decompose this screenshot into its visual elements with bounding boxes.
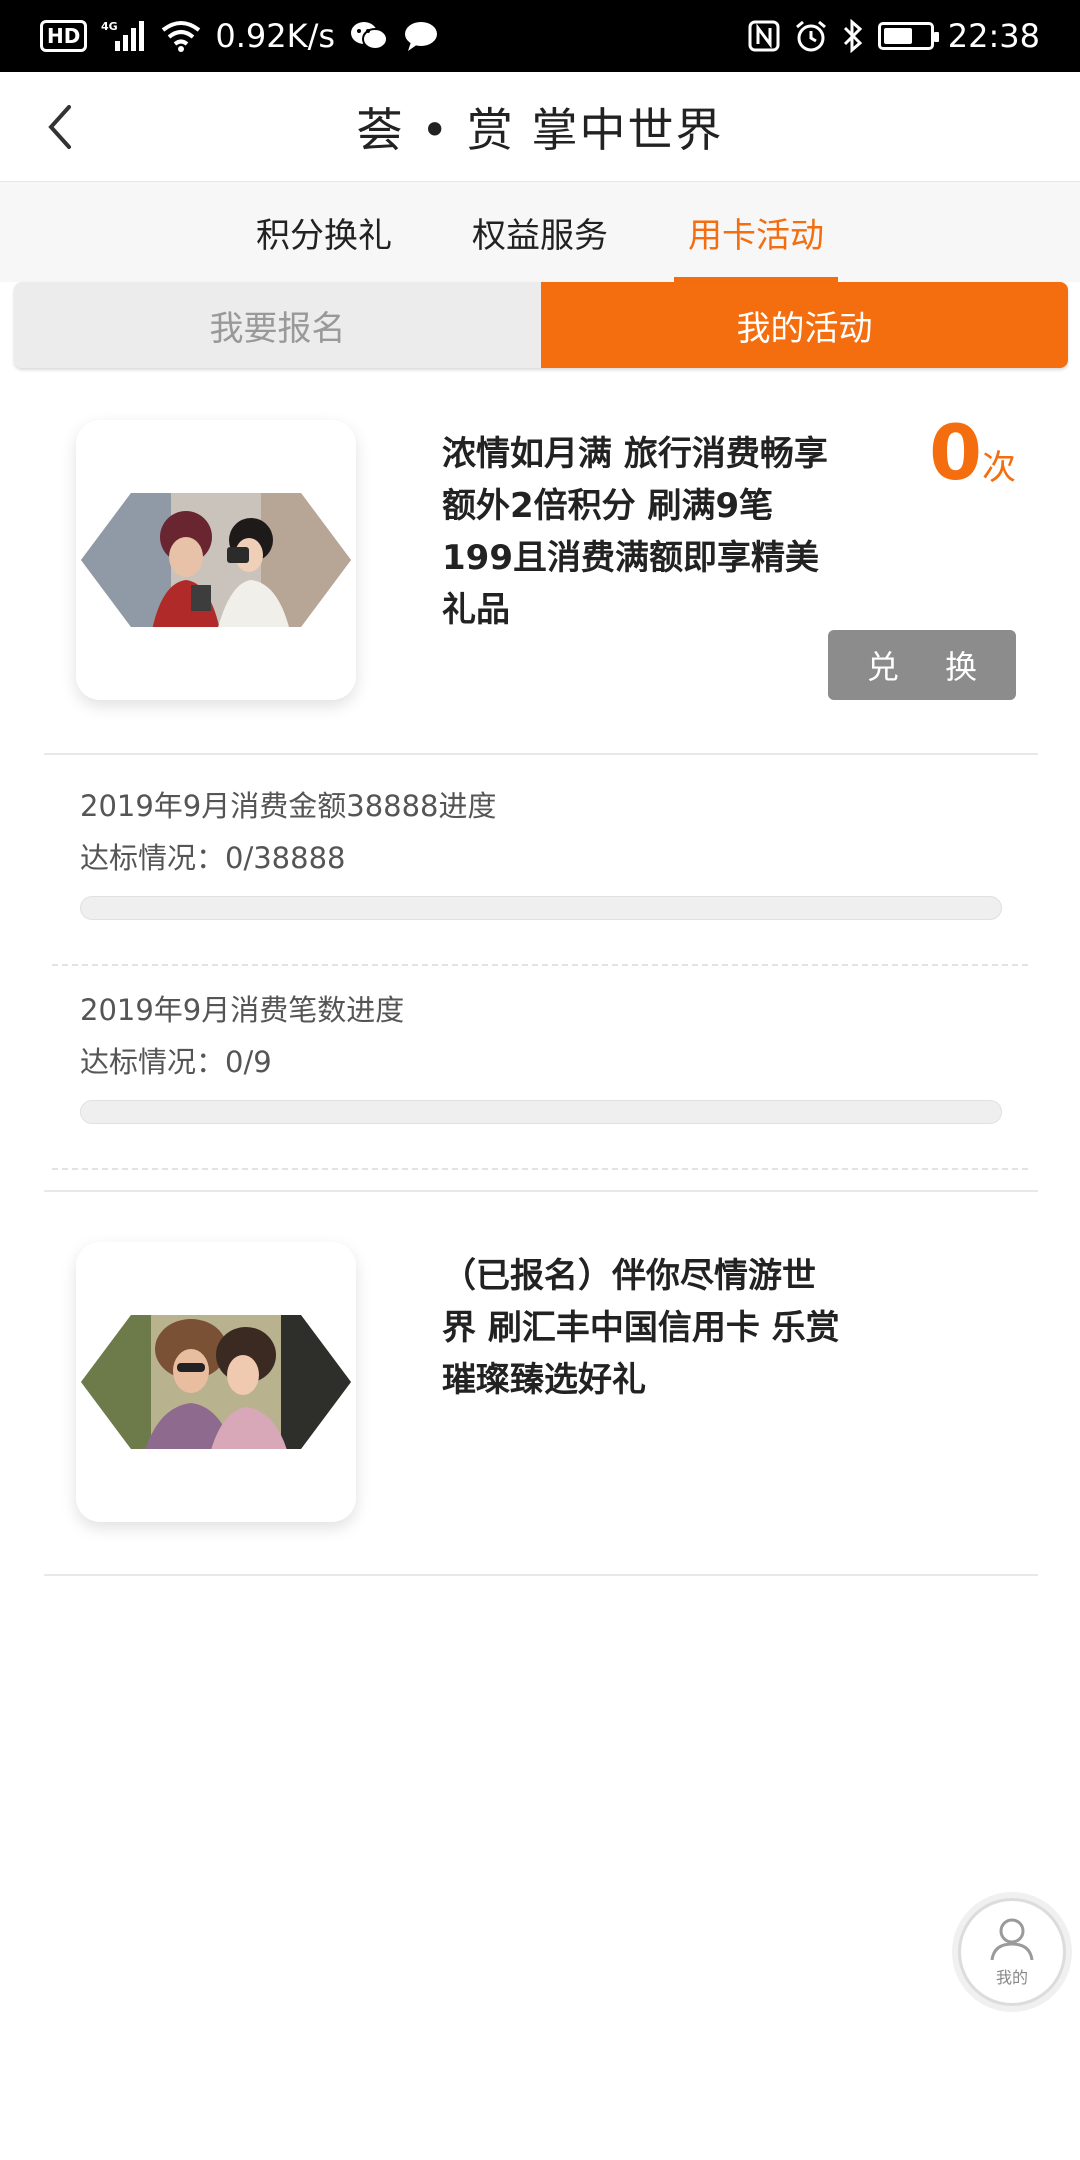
chevron-left-icon <box>48 105 71 149</box>
activity-title: 浓情如月满 旅行消费畅享额外2倍积分 刷满9笔199且消费满额即享精美礼品 <box>442 434 828 630</box>
tab-benefit-services[interactable]: 权益服务 <box>458 182 622 282</box>
alarm-icon <box>794 19 828 53</box>
wechat-icon <box>349 20 389 52</box>
progress-label: 2019年9月消费金额38888进度 <box>80 789 497 823</box>
redeem-count-unit: 次 <box>982 448 1016 488</box>
progress-count: 2019年9月消费笔数进度 达标情况：0/9 <box>80 984 1002 1124</box>
battery-icon <box>877 22 939 50</box>
nav-header: 荟 • 赏 掌中世界 <box>0 72 1080 182</box>
dashed-divider <box>52 1168 1028 1170</box>
hd-icon: HD <box>40 20 88 52</box>
cellular-signal-icon: 4G <box>101 19 147 53</box>
progress-label: 2019年9月消费笔数进度 <box>80 993 405 1027</box>
segment-register[interactable]: 我要报名 <box>14 282 541 368</box>
page-title: 荟 • 赏 掌中世界 <box>356 102 724 157</box>
svg-text:4G: 4G <box>101 20 118 33</box>
activity-card[interactable]: （已报名）伴你尽情游世界 刷汇丰中国信用卡 乐赏璀璨臻选好礼 <box>44 1222 1038 1552</box>
segment-my-activities[interactable]: 我的活动 <box>541 282 1068 368</box>
status-bar: HD 4G 0.92K/s 22:38 <box>0 0 1080 72</box>
divider <box>44 1190 1038 1192</box>
activity-title: （已报名）伴你尽情游世界 刷汇丰中国信用卡 乐赏璀璨臻选好礼 <box>442 1256 840 1400</box>
redeem-count-value: 0 <box>929 408 982 497</box>
dashed-divider <box>52 964 1028 966</box>
activity-segment-control: 我要报名 我的活动 <box>14 282 1068 368</box>
category-tabs: 积分换礼 权益服务 用卡活动 <box>0 182 1080 282</box>
redeem-button[interactable]: 兑 换 <box>828 630 1016 700</box>
progress-status: 达标情况：0/9 <box>80 1045 272 1079</box>
clock: 22:38 <box>947 17 1040 55</box>
wifi-icon <box>161 20 201 52</box>
progress-bar <box>80 1100 1002 1124</box>
divider <box>44 1574 1038 1576</box>
my-profile-button[interactable]: 我的 <box>958 1898 1066 2006</box>
network-speed: 0.92K/s <box>215 17 336 55</box>
divider <box>44 753 1038 755</box>
redeem-count: 0 次 <box>929 408 1016 497</box>
nfc-icon <box>748 20 780 52</box>
user-icon <box>990 1918 1034 1961</box>
activity-image <box>76 1242 356 1522</box>
activity-image <box>76 420 356 700</box>
progress-amount: 2019年9月消费金额38888进度 达标情况：0/38888 <box>80 780 1002 920</box>
my-profile-label: 我的 <box>995 1968 1028 1987</box>
tab-card-activities[interactable]: 用卡活动 <box>674 182 838 282</box>
progress-bar <box>80 896 1002 920</box>
tab-points-exchange[interactable]: 积分换礼 <box>242 182 406 282</box>
bluetooth-icon <box>842 19 864 53</box>
message-icon <box>403 20 439 52</box>
activity-card[interactable]: 浓情如月满 旅行消费畅享额外2倍积分 刷满9笔199且消费满额即享精美礼品 0 … <box>44 400 1038 730</box>
back-button[interactable] <box>30 97 90 157</box>
progress-status: 达标情况：0/38888 <box>80 841 346 875</box>
